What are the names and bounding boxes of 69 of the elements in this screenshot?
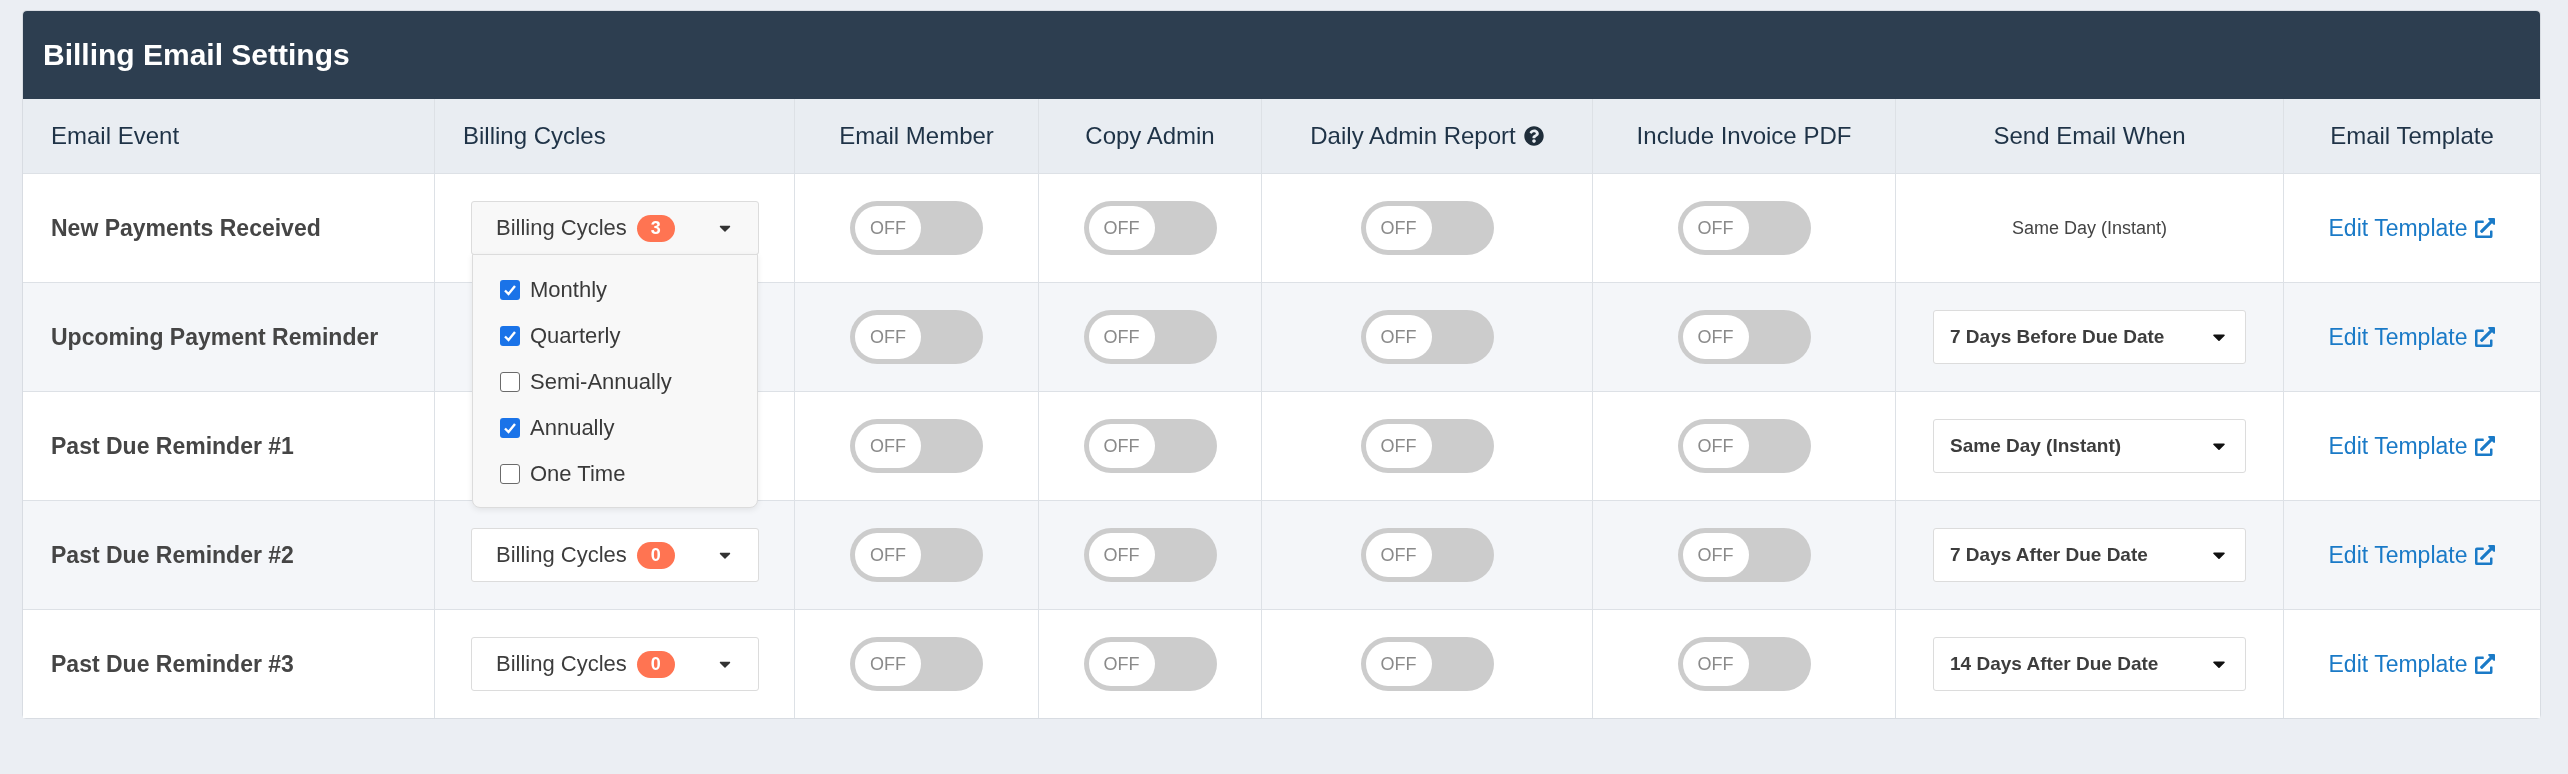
toggle-switch[interactable]: OFF xyxy=(1677,201,1811,255)
select-field[interactable]: 14 Days After Due Date xyxy=(1933,637,2246,691)
toggle-switch[interactable]: OFF xyxy=(1360,310,1494,364)
checkbox[interactable] xyxy=(500,280,520,300)
column-header: Email Event xyxy=(51,122,180,150)
toggle-switch[interactable]: OFF xyxy=(1083,310,1217,364)
external-link-icon xyxy=(2475,654,2496,674)
checkbox[interactable] xyxy=(500,326,520,346)
toggle-switch[interactable]: OFF xyxy=(850,201,983,255)
toggle-switch[interactable]: OFF xyxy=(850,528,983,582)
help-icon[interactable] xyxy=(1523,126,1544,146)
panel-title: Billing Email Settings xyxy=(43,38,350,72)
count-badge: 0 xyxy=(636,650,675,678)
toggle-switch[interactable]: OFF xyxy=(1083,637,1217,691)
option-label: Quarterly xyxy=(530,323,621,349)
send-time-text: Same Day (Instant) xyxy=(2011,217,2168,239)
select-field[interactable]: 7 Days After Due Date xyxy=(1933,528,2246,582)
column-header: Email Template xyxy=(2330,122,2494,150)
billing-cycles-dropdown[interactable]: Billing Cycles 3 xyxy=(471,201,759,255)
event-name: Past Due Reminder #1 xyxy=(51,432,294,460)
event-name: New Payments Received xyxy=(51,214,321,242)
count-badge: 3 xyxy=(636,214,675,242)
toggle-switch[interactable]: OFF xyxy=(1083,419,1217,473)
column-header: Copy Admin xyxy=(1085,122,1215,150)
check-icon xyxy=(503,283,517,297)
option-label: Annually xyxy=(530,415,615,441)
billing-cycles-dropdown[interactable]: Billing Cycles 0 xyxy=(471,528,759,582)
external-link-icon xyxy=(2475,436,2496,456)
toggle-switch[interactable]: OFF xyxy=(1360,201,1494,255)
edit-template-link[interactable]: Edit Template xyxy=(2328,214,2496,242)
check-icon xyxy=(503,329,517,343)
toggle-switch[interactable]: OFF xyxy=(1677,419,1811,473)
toggle-switch[interactable]: OFF xyxy=(850,419,983,473)
column-header: Daily Admin Report xyxy=(1310,122,1516,150)
toggle-switch[interactable]: OFF xyxy=(1677,637,1811,691)
checkbox[interactable] xyxy=(500,372,520,392)
checkbox[interactable] xyxy=(500,464,520,484)
edit-template-link[interactable]: Edit Template xyxy=(2328,432,2496,460)
toggle-switch[interactable]: OFF xyxy=(1360,528,1494,582)
edit-template-link[interactable]: Edit Template xyxy=(2328,323,2496,351)
option-label: Monthly xyxy=(530,277,608,303)
event-name: Past Due Reminder #2 xyxy=(51,541,294,569)
toggle-switch[interactable]: OFF xyxy=(850,310,983,364)
check-icon xyxy=(503,421,517,435)
event-name: Past Due Reminder #3 xyxy=(51,650,294,678)
edit-template-link[interactable]: Edit Template xyxy=(2328,650,2496,678)
toggle-switch[interactable]: OFF xyxy=(1083,528,1217,582)
external-link-icon xyxy=(2475,327,2496,347)
toggle-switch[interactable]: OFF xyxy=(1360,637,1494,691)
column-header: Billing Cycles xyxy=(463,122,606,150)
count-badge: 0 xyxy=(636,541,675,569)
billing-cycles-dropdown[interactable]: Billing Cycles 0 xyxy=(471,637,759,691)
external-link-icon xyxy=(2475,545,2496,565)
toggle-switch[interactable]: OFF xyxy=(1677,528,1811,582)
column-header: Include Invoice PDF xyxy=(1636,122,1852,150)
toggle-switch[interactable]: OFF xyxy=(1083,201,1217,255)
toggle-switch[interactable]: OFF xyxy=(1360,419,1494,473)
external-link-icon xyxy=(2475,218,2496,238)
checkbox[interactable] xyxy=(500,418,520,438)
column-header: Email Member xyxy=(839,122,994,150)
option-label: One Time xyxy=(530,461,626,487)
edit-template-link[interactable]: Edit Template xyxy=(2328,541,2496,569)
option-label: Semi-Annually xyxy=(530,369,672,395)
event-name: Upcoming Payment Reminder xyxy=(51,323,379,351)
column-header: Send Email When xyxy=(1993,122,2186,150)
select-field[interactable]: Same Day (Instant) xyxy=(1933,419,2246,473)
toggle-switch[interactable]: OFF xyxy=(1677,310,1811,364)
select-field[interactable]: 7 Days Before Due Date xyxy=(1933,310,2246,364)
toggle-switch[interactable]: OFF xyxy=(850,637,983,691)
